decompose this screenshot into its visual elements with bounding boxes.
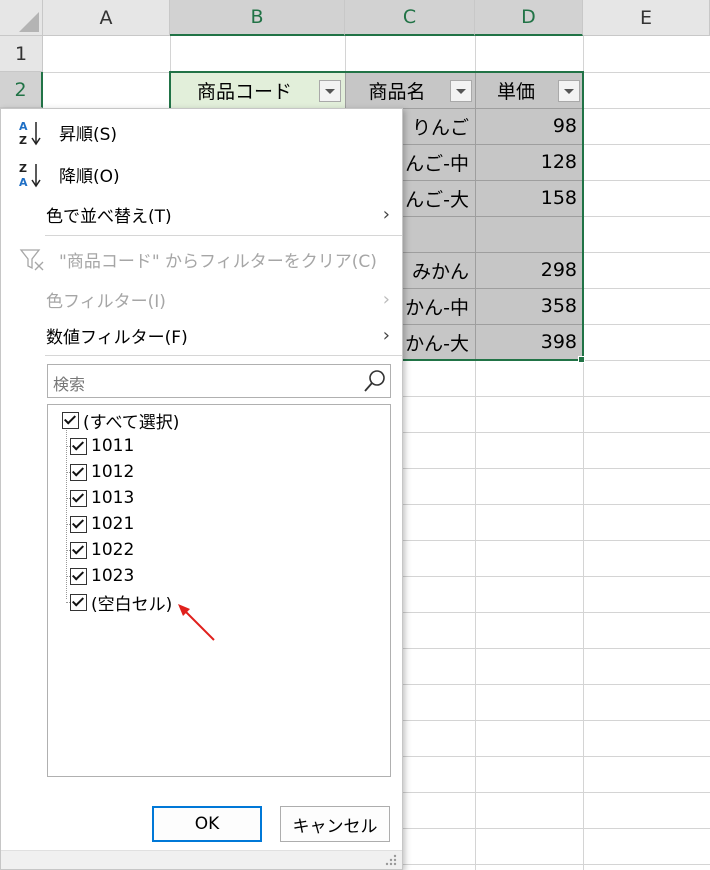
svg-text:Z: Z <box>19 162 27 175</box>
menu-sort-by-color[interactable]: 色で並べ替え(T) › <box>1 195 402 233</box>
menu-number-filter-label: 数値フィルター(F) <box>46 327 188 348</box>
cancel-button[interactable]: キャンセル <box>280 806 390 842</box>
list-item[interactable]: 1013 <box>70 485 134 511</box>
list-item-label: 1023 <box>91 566 135 586</box>
ok-button[interactable]: OK <box>152 806 262 842</box>
column-header-d[interactable]: D <box>475 0 583 36</box>
annotation-arrow-icon <box>178 604 215 641</box>
list-item[interactable]: 1023 <box>70 563 134 589</box>
list-item-label: 1022 <box>91 540 135 560</box>
checkbox-checked[interactable] <box>70 437 87 455</box>
column-header-c[interactable]: C <box>345 0 475 36</box>
checkbox-checked[interactable] <box>70 541 87 559</box>
menu-separator <box>45 355 402 356</box>
resize-grip-icon[interactable] <box>384 853 398 867</box>
menu-resize-bar <box>1 850 402 869</box>
list-item-label: (空白セル) <box>91 594 173 615</box>
list-item-blank-cells[interactable]: (空白セル) <box>70 589 172 615</box>
row-header-1[interactable]: 1 <box>0 36 43 72</box>
menu-clear-filter[interactable]: "商品コード" からフィルターをクリア(C) <box>1 240 402 278</box>
fill-handle[interactable] <box>578 356 585 363</box>
menu-sort-ascending-label: 昇順(S) <box>59 124 118 145</box>
chevron-right-icon: › <box>382 289 390 310</box>
checkbox-checked[interactable] <box>70 593 87 611</box>
tree-line <box>66 417 67 599</box>
list-item[interactable]: 1011 <box>70 433 134 459</box>
filter-value-list[interactable]: (すべて選択) 1011 1012 1013 1021 1022 1023 (空… <box>47 404 391 777</box>
checkbox-checked[interactable] <box>62 411 79 429</box>
svg-text:A: A <box>19 120 28 133</box>
list-item[interactable]: 1021 <box>70 511 134 537</box>
column-header-b[interactable]: B <box>170 0 345 36</box>
menu-number-filter[interactable]: 数値フィルター(F) › <box>1 316 402 354</box>
checkbox-checked[interactable] <box>70 515 87 533</box>
list-item[interactable]: 1012 <box>70 459 134 485</box>
clear-filter-icon <box>19 249 44 271</box>
chevron-right-icon: › <box>382 204 390 225</box>
menu-sort-descending-label: 降順(O) <box>59 166 120 187</box>
ok-button-label: OK <box>194 814 220 834</box>
menu-sort-descending[interactable]: Z A 降順(O) <box>1 155 402 193</box>
select-all-corner[interactable] <box>0 0 43 36</box>
cancel-button-label: キャンセル <box>292 816 378 837</box>
list-item-label: 1013 <box>91 488 135 508</box>
sort-ascending-icon: A Z <box>19 120 41 147</box>
menu-clear-filter-label: "商品コード" からフィルターをクリア(C) <box>59 251 377 272</box>
list-item-select-all[interactable]: (すべて選択) <box>62 407 179 433</box>
menu-sort-ascending[interactable]: A Z 昇順(S) <box>1 113 402 151</box>
column-header-e[interactable]: E <box>583 0 710 36</box>
search-icon[interactable] <box>362 368 388 394</box>
svg-text:Z: Z <box>19 134 27 147</box>
svg-text:A: A <box>19 176 28 189</box>
menu-sort-by-color-label: 色で並べ替え(T) <box>46 206 172 227</box>
chevron-right-icon: › <box>382 325 390 346</box>
checkbox-checked[interactable] <box>70 489 87 507</box>
checkbox-checked[interactable] <box>70 567 87 585</box>
menu-color-filter-label: 色フィルター(I) <box>46 291 166 312</box>
list-item[interactable]: 1022 <box>70 537 134 563</box>
filter-search-placeholder: 検索 <box>53 375 86 394</box>
sort-descending-icon: Z A <box>19 162 41 189</box>
menu-color-filter[interactable]: 色フィルター(I) › <box>1 280 402 318</box>
checkbox-checked[interactable] <box>70 463 87 481</box>
list-item-label: 1012 <box>91 462 135 482</box>
filter-search-input[interactable]: 検索 <box>47 364 391 398</box>
menu-separator <box>45 235 402 236</box>
list-item-label: (すべて選択) <box>83 412 180 433</box>
list-item-label: 1021 <box>91 514 135 534</box>
column-header-a[interactable]: A <box>43 0 170 36</box>
list-item-label: 1011 <box>91 436 135 456</box>
row-header-2[interactable]: 2 <box>0 72 43 108</box>
